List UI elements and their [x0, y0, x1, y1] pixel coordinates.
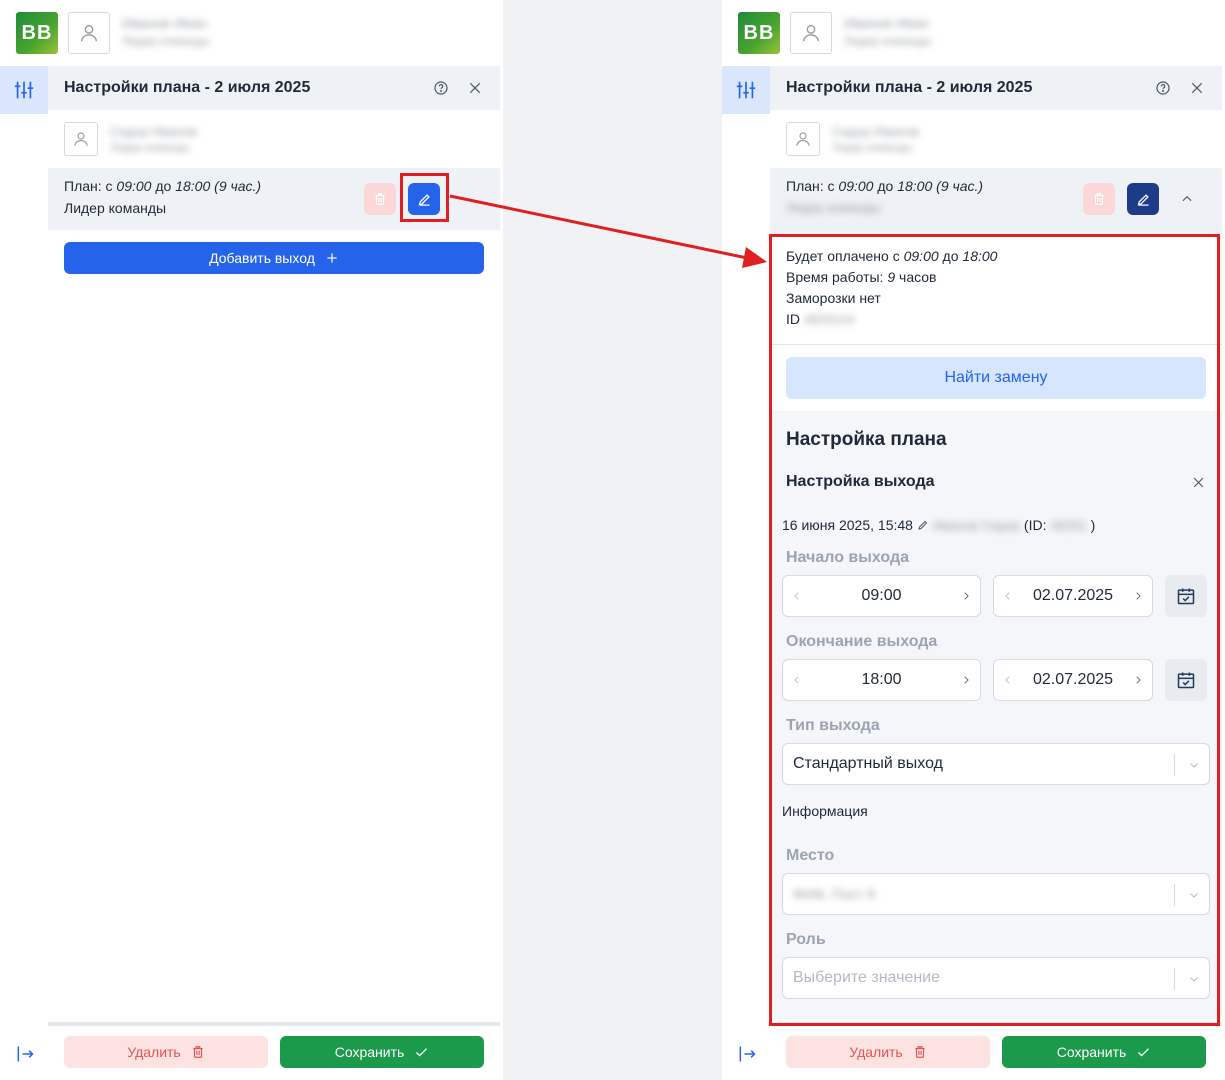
- annotation-arrow: [449, 194, 767, 268]
- screenshot-canvas: BB Иванов Иван Лидер команды Настройки п…: [0, 0, 1225, 1080]
